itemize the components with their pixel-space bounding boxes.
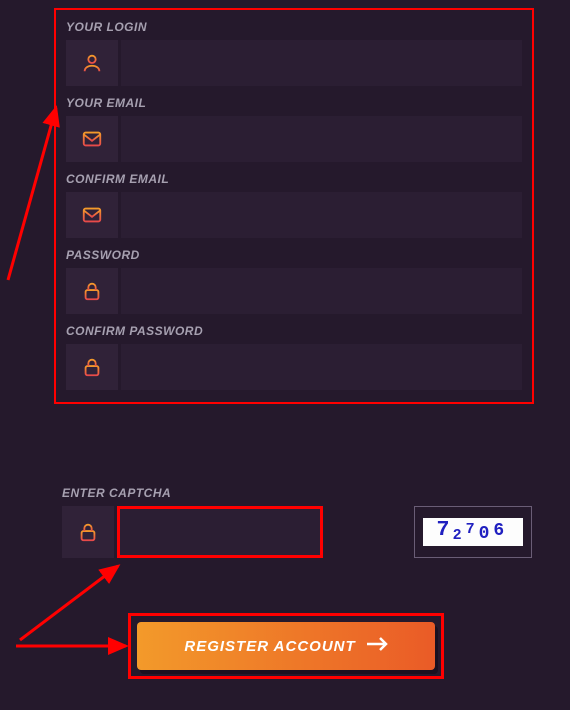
register-button-highlight: REGISTER ACCOUNT	[128, 613, 444, 679]
register-button-label: REGISTER ACCOUNT	[184, 638, 355, 655]
captcha-image-container: 72706	[414, 506, 532, 558]
mail-icon	[66, 116, 118, 162]
arrow-right-icon	[366, 637, 388, 655]
lock-icon	[62, 506, 114, 558]
password-input[interactable]	[121, 268, 522, 314]
confirm-email-label: CONFIRM EMAIL	[66, 172, 522, 186]
captcha-input-highlight	[117, 506, 323, 558]
annotation-arrow-button	[10, 634, 140, 658]
captcha-input[interactable]	[120, 509, 320, 555]
captcha-image: 72706	[423, 518, 523, 546]
captcha-field: ENTER CAPTCHA 72706	[62, 486, 532, 558]
password-field: PASSWORD	[66, 248, 522, 314]
user-icon	[66, 40, 118, 86]
confirm-password-input[interactable]	[121, 344, 522, 390]
email-field: YOUR EMAIL	[66, 96, 522, 162]
email-label: YOUR EMAIL	[66, 96, 522, 110]
confirm-password-field: CONFIRM PASSWORD	[66, 324, 522, 390]
captcha-label: ENTER CAPTCHA	[62, 486, 532, 500]
register-account-button[interactable]: REGISTER ACCOUNT	[137, 622, 435, 670]
login-label: YOUR LOGIN	[66, 20, 522, 34]
confirm-password-label: CONFIRM PASSWORD	[66, 324, 522, 338]
login-field: YOUR LOGIN	[66, 20, 522, 86]
password-label: PASSWORD	[66, 248, 522, 262]
annotation-arrow-captcha	[0, 560, 130, 650]
lock-icon	[66, 268, 118, 314]
email-input[interactable]	[121, 116, 522, 162]
login-input[interactable]	[121, 40, 522, 86]
registration-form-highlight: YOUR LOGIN YOUR EMAIL CONFIRM EMAIL PASS…	[54, 8, 534, 404]
lock-icon	[66, 344, 118, 390]
confirm-email-field: CONFIRM EMAIL	[66, 172, 522, 238]
confirm-email-input[interactable]	[121, 192, 522, 238]
mail-icon	[66, 192, 118, 238]
